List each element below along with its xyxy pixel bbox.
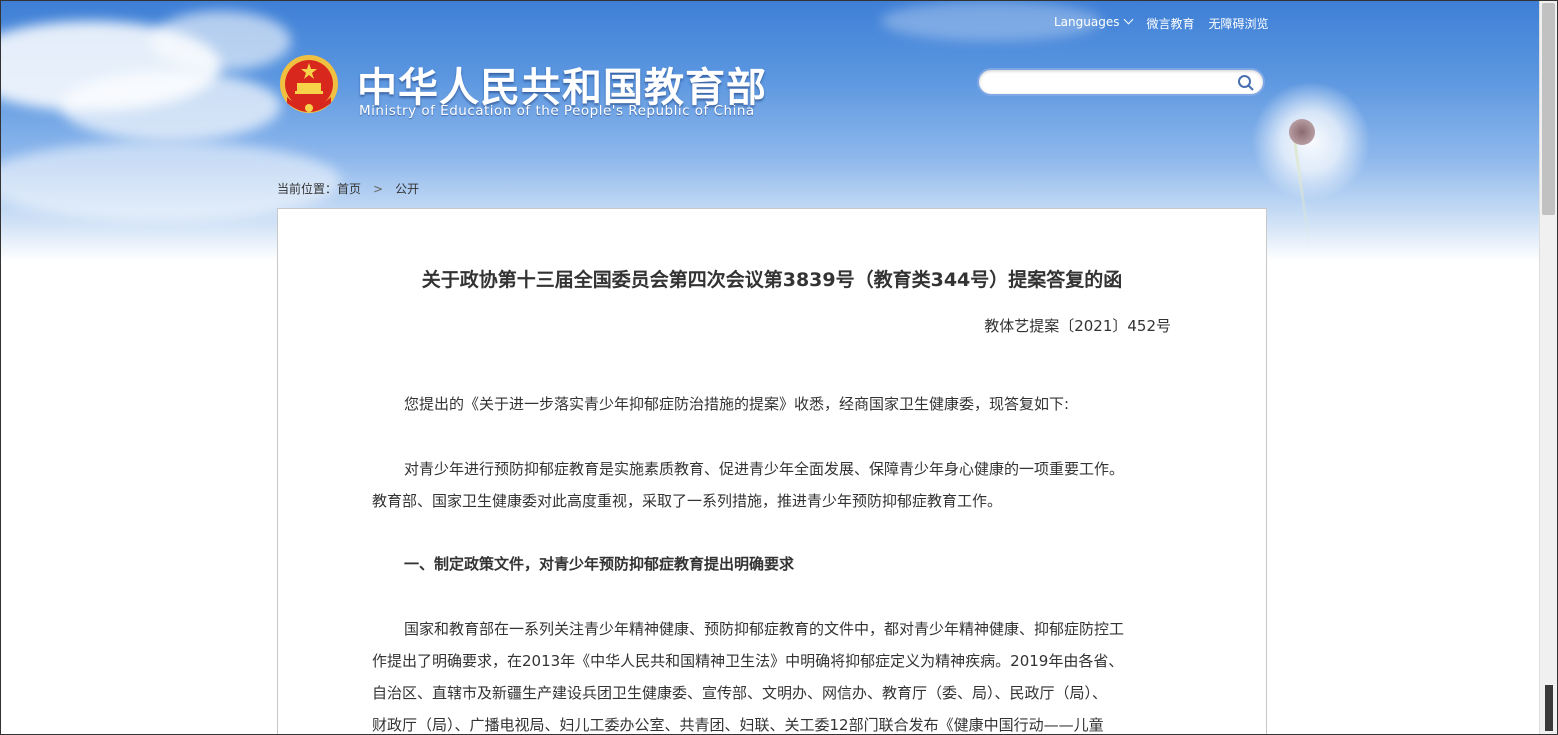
- paragraph-line: 财政厅（局）、广播电视局、妇儿工委办公室、共青团、妇联、关工委12部门联合发布《…: [372, 716, 1104, 734]
- paragraph: 国家和教育部在一系列关注青少年精神健康、预防抑郁症教育的文件中，都对青少年精神健…: [372, 613, 1172, 734]
- accessible-browse-link[interactable]: 无障碍浏览: [1209, 15, 1269, 32]
- national-emblem-icon[interactable]: [277, 53, 341, 119]
- paragraph-line: 国家和教育部在一系列关注青少年精神健康、预防抑郁症教育的文件中，都对青少年精神健…: [404, 620, 1125, 638]
- chevron-right-icon: >: [373, 181, 384, 196]
- section-heading-text: 一、制定政策文件，对青少年预防抑郁症教育提出明确要求: [404, 555, 795, 573]
- paragraph-line: 教育部、国家卫生健康委对此高度重视，采取了一系列措施，推进青少年预防抑郁症教育工…: [372, 492, 1003, 510]
- search-icon[interactable]: [1237, 74, 1255, 92]
- dandelion-core: [1289, 119, 1315, 145]
- section-heading: 一、制定政策文件，对青少年预防抑郁症教育提出明确要求: [372, 548, 1172, 580]
- scroll-handle[interactable]: [1545, 685, 1553, 731]
- browser-viewport: Languages 微言教育 无障碍浏览 中华人民共和国教育部 Ministry…: [0, 0, 1558, 735]
- breadcrumb-label: 当前位置：: [277, 182, 338, 196]
- paragraph: 对青少年进行预防抑郁症教育是实施素质教育、促进青少年全面发展、保障青少年身心健康…: [372, 453, 1172, 517]
- document-title: 关于政协第十三届全国委员会第四次会议第3839号（教育类344号）提案答复的函: [421, 269, 1123, 291]
- languages-menu[interactable]: Languages: [1054, 14, 1134, 32]
- top-nav: Languages 微言教育 无障碍浏览: [1054, 14, 1269, 32]
- paragraph-line: 对青少年进行预防抑郁症教育是实施素质教育、促进青少年全面发展、保障青少年身心健康…: [404, 460, 1125, 478]
- document-panel: 关于政协第十三届全国委员会第四次会议第3839号（教育类344号）提案答复的函 …: [277, 208, 1267, 734]
- cloud-decoration: [151, 11, 291, 71]
- paragraph-line: 作提出了明确要求，在2013年《中华人民共和国精神卫生法》中明确将抑郁症定义为精…: [372, 652, 1124, 670]
- paragraph-text: 您提出的《关于进一步落实青少年抑郁症防治措施的提案》收悉，经商国家卫生健康委，现…: [404, 395, 1070, 413]
- breadcrumb: 当前位置： 首页 > 公开: [277, 180, 419, 197]
- breadcrumb-current[interactable]: 公开: [395, 180, 419, 197]
- scrollbar-thumb[interactable]: [1542, 3, 1555, 215]
- chevron-down-icon: [1124, 14, 1134, 25]
- search-box: [977, 68, 1265, 96]
- vertical-scrollbar[interactable]: [1539, 1, 1557, 734]
- search-input[interactable]: [989, 70, 1243, 96]
- site-title-en[interactable]: Ministry of Education of the People's Re…: [359, 103, 755, 119]
- languages-label: Languages: [1054, 15, 1120, 29]
- document-number: 教体艺提案〔2021〕452号: [984, 317, 1171, 335]
- paragraph: 您提出的《关于进一步落实青少年抑郁症防治措施的提案》收悉，经商国家卫生健康委，现…: [372, 388, 1172, 420]
- paragraph-line: 自治区、直辖市及新疆生产建设兵团卫生健康委、宣传部、文明办、网信办、教育厅（委、…: [372, 684, 1108, 702]
- weiyan-link[interactable]: 微言教育: [1146, 15, 1194, 32]
- breadcrumb-home[interactable]: 首页: [337, 180, 361, 197]
- cloud-decoration: [61, 71, 281, 141]
